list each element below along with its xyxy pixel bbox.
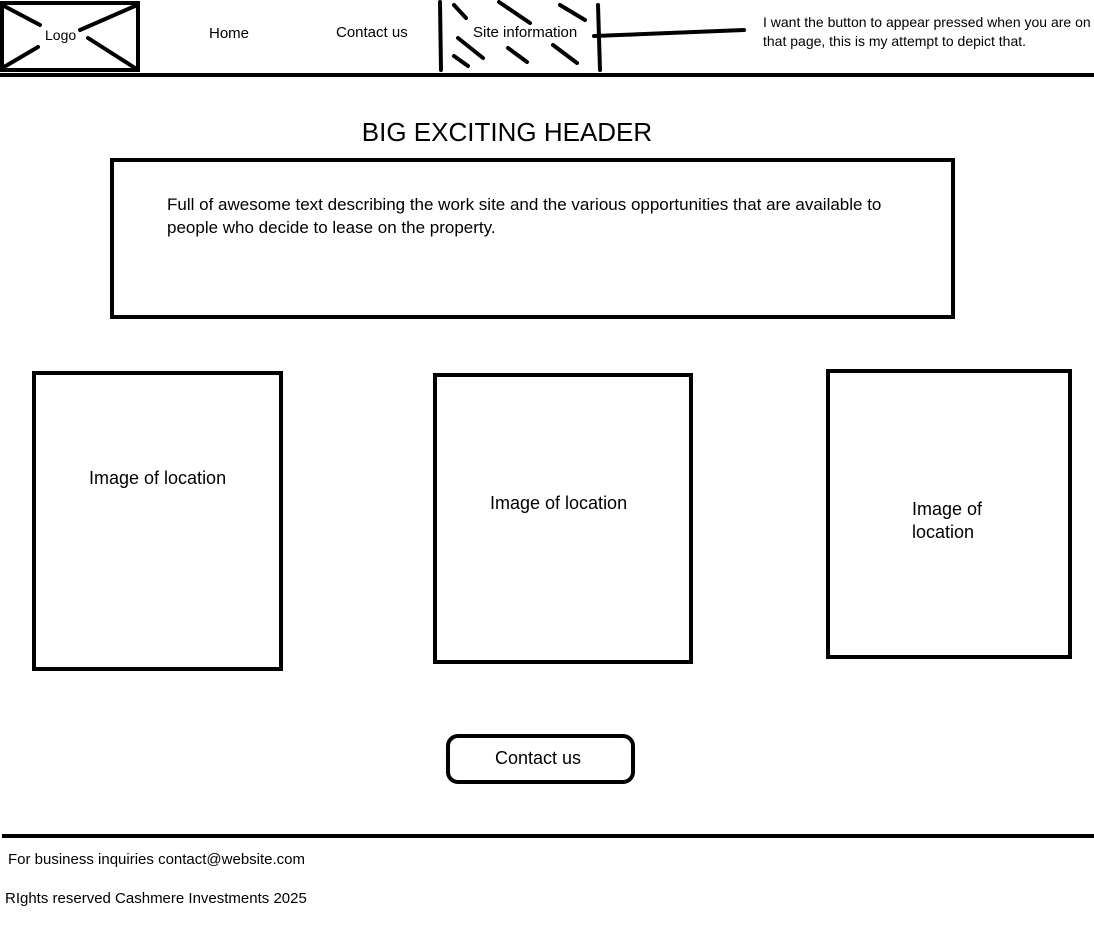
location-image-2: Image of location [433, 373, 693, 664]
footer-inquiries: For business inquiries contact@website.c… [8, 851, 306, 868]
image-label: Image of location [912, 499, 983, 542]
footer-rights: RIghts reserved Cashmere Investments 202… [5, 890, 307, 907]
logo[interactable]: Logo [0, 0, 140, 74]
nav-item-site-information[interactable]: Site information [436, 0, 604, 74]
nav-divider [0, 73, 1094, 77]
image-label: Image of location [89, 468, 227, 488]
nav-item-label: Site information [473, 24, 578, 41]
nav-item-home[interactable]: Home [209, 25, 249, 42]
description-box: Full of awesome text describing the work… [110, 158, 955, 319]
design-annotation: I want the button to appear pressed when… [763, 14, 1091, 49]
location-image-3: Image of location [826, 369, 1072, 659]
contact-button-label: Contact us [495, 748, 582, 768]
location-image-1: Image of location [32, 371, 283, 671]
logo-label: Logo [45, 27, 77, 43]
nav-item-contact-us[interactable]: Contact us [336, 24, 408, 41]
page-header: BIG EXCITING HEADER [361, 117, 653, 147]
description-text: Full of awesome text describing the work… [167, 195, 882, 237]
annotation-pointer-line [592, 28, 746, 38]
contact-us-button[interactable]: Contact us [446, 734, 635, 784]
footer-divider [2, 834, 1094, 838]
image-label: Image of location [490, 493, 628, 513]
